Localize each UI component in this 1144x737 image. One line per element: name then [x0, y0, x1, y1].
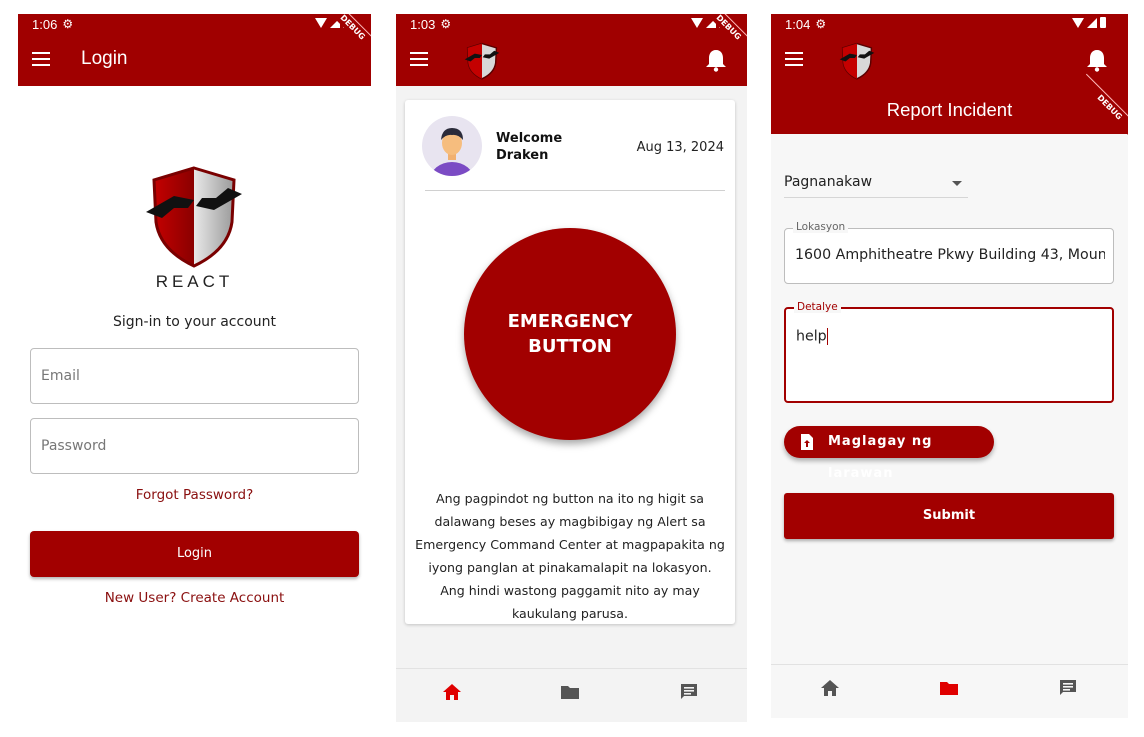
status-time: 1:06 — [32, 16, 58, 32]
emergency-button[interactable]: EMERGENCY BUTTON — [464, 228, 676, 440]
app-bar — [771, 34, 1128, 86]
settings-status-icon: ⚙ — [62, 17, 74, 31]
emergency-label-1: EMERGENCY — [507, 311, 633, 332]
login-screen: 1:06 ⚙ Login DEBUG REACT Sign-in to your… — [18, 14, 371, 714]
details-value: help — [796, 328, 828, 345]
login-button[interactable]: Login — [30, 531, 359, 577]
chat-icon[interactable] — [1058, 679, 1078, 697]
home-screen: 1:03 ⚙ DEBUG Welcome Draken Aug 13, 2024… — [396, 14, 747, 722]
bottom-nav — [771, 664, 1128, 718]
battery-icon — [1100, 17, 1106, 28]
upload-file-icon — [801, 434, 813, 450]
user-name: Draken — [496, 148, 549, 163]
wifi-icon — [691, 17, 703, 28]
status-bar: 1:06 ⚙ — [18, 14, 371, 34]
folder-icon[interactable] — [560, 683, 580, 701]
location-label: Lokasyon — [793, 221, 849, 233]
submit-button[interactable]: Submit — [784, 493, 1114, 539]
location-value: 1600 Amphitheatre Pkwy Building 43, Moun… — [795, 247, 1105, 263]
react-logo — [146, 166, 242, 268]
app-bar: Login — [18, 34, 371, 86]
page-title: Report Incident — [771, 86, 1128, 134]
details-label: Detalye — [794, 301, 841, 313]
person-icon — [430, 128, 474, 176]
add-photo-button[interactable]: Maglagay ng larawan — [784, 426, 994, 481]
welcome-label: Welcome — [496, 131, 563, 146]
date-label: Aug 13, 2024 — [636, 140, 724, 155]
details-field[interactable]: Detalye help — [784, 301, 1114, 403]
incident-type-value: Pagnanakaw — [784, 174, 873, 190]
welcome-text: Welcome Draken — [496, 130, 562, 164]
signal-icon — [1087, 17, 1097, 28]
wifi-icon — [315, 17, 327, 28]
divider — [425, 190, 725, 191]
react-logo-small — [839, 42, 875, 80]
text-cursor — [826, 328, 828, 345]
bell-icon[interactable] — [705, 48, 727, 72]
signin-heading: Sign-in to your account — [112, 314, 276, 330]
status-time: 1:04 — [785, 16, 811, 32]
wifi-icon — [1072, 17, 1084, 28]
bottom-nav — [396, 668, 747, 722]
home-icon[interactable] — [442, 683, 462, 701]
welcome-card: Welcome Draken Aug 13, 2024 EMERGENCY BU… — [405, 100, 735, 624]
settings-status-icon: ⚙ — [815, 17, 827, 31]
password-field[interactable]: Password — [30, 418, 359, 474]
report-incident-screen: 1:04 ⚙ Report Incident DEBUG Pagnanakaw … — [771, 14, 1128, 718]
create-account-link[interactable]: New User? Create Account — [18, 590, 371, 606]
avatar — [422, 116, 482, 176]
status-time: 1:03 — [410, 16, 436, 32]
forgot-password-link[interactable]: Forgot Password? — [18, 487, 371, 503]
menu-icon[interactable] — [785, 52, 803, 66]
app-bar — [396, 34, 747, 86]
status-bar: 1:03 ⚙ — [396, 14, 747, 34]
folder-icon[interactable] — [939, 679, 959, 697]
chat-icon[interactable] — [679, 683, 699, 701]
warning-text: Ang pagpindot ng button na ito ng higit … — [415, 491, 725, 621]
settings-status-icon: ⚙ — [440, 17, 452, 31]
emergency-label-2: BUTTON — [528, 336, 612, 357]
page-title: Login — [81, 48, 128, 69]
react-logo-small — [464, 42, 500, 80]
menu-icon[interactable] — [32, 52, 50, 66]
email-field[interactable]: Email — [30, 348, 359, 404]
menu-icon[interactable] — [410, 52, 428, 66]
location-field[interactable]: Lokasyon 1600 Amphitheatre Pkwy Building… — [784, 221, 1114, 284]
logo-text: REACT — [155, 272, 234, 291]
add-photo-label: Maglagay ng larawan — [828, 434, 933, 481]
bell-icon[interactable] — [1086, 48, 1108, 72]
status-bar: 1:04 ⚙ — [771, 14, 1128, 34]
incident-type-dropdown[interactable]: Pagnanakaw — [784, 168, 968, 198]
home-icon[interactable] — [820, 679, 840, 697]
dropdown-arrow-icon — [952, 181, 962, 186]
status-icons — [1072, 17, 1106, 28]
